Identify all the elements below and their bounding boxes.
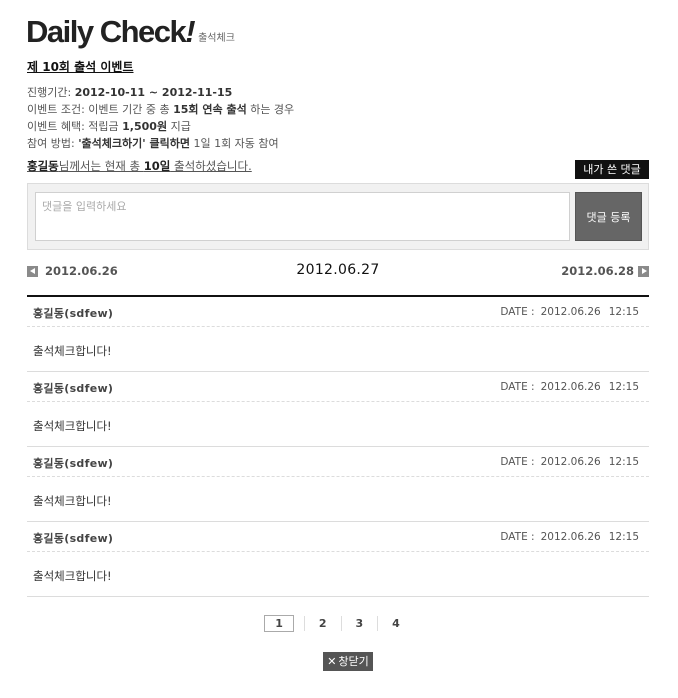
pagination: 1 2 3 4 (0, 615, 678, 632)
page-link-current[interactable]: 1 (264, 615, 294, 632)
list-item: 홍길동(sdfew) DATE :2012.06.26 12:15 출석체크합니다… (27, 297, 649, 372)
logo-subtitle: 출석체크 (198, 33, 235, 44)
event-benefit: 이벤트 혜택: 적립금 1,500원 지급 (27, 120, 191, 133)
entry-header: 홍길동(sdfew) DATE :2012.06.26 12:15 (27, 297, 649, 327)
current-date: 2012.06.27 (296, 262, 380, 278)
list-item: 홍길동(sdfew) DATE :2012.06.26 12:15 출석체크합니다… (27, 522, 649, 597)
entry-author: 홍길동(sdfew) (33, 307, 114, 320)
list-item: 홍길동(sdfew) DATE :2012.06.26 12:15 출석체크합니다… (27, 372, 649, 447)
entry-message: 출석체크합니다! (33, 569, 112, 583)
next-date-link[interactable]: 2012.06.28 (561, 264, 649, 278)
entry-header: 홍길동(sdfew) DATE :2012.06.26 12:15 (27, 522, 649, 552)
close-icon: ✕ (327, 655, 337, 668)
date-navigation: 2012.06.26 2012.06.27 2012.06.28 (27, 262, 649, 282)
logo-text: Daily Check! (26, 14, 196, 49)
entry-message: 출석체크합니다! (33, 344, 112, 358)
logo: Daily Check! 출석체크 (26, 16, 235, 48)
comment-input[interactable]: 댓글을 입력하세요 (35, 192, 570, 241)
arrow-right-icon (638, 265, 649, 277)
my-comments-button[interactable]: 내가 쓴 댓글 (575, 160, 649, 179)
comment-form: 댓글을 입력하세요 댓글 등록 (27, 183, 649, 250)
event-method: 참여 방법: '출석체크하기' 클릭하면 1일 1회 자동 참여 (27, 137, 279, 150)
comment-list: 홍길동(sdfew) DATE :2012.06.26 12:15 출석체크합니다… (27, 295, 649, 597)
submit-comment-button[interactable]: 댓글 등록 (575, 192, 642, 241)
entry-header: 홍길동(sdfew) DATE :2012.06.26 12:15 (27, 372, 649, 402)
page-link[interactable]: 4 (377, 616, 414, 631)
event-title: 제 10회 출석 이벤트 (27, 60, 134, 74)
page-link[interactable]: 2 (303, 616, 341, 631)
entry-message: 출석체크합니다! (33, 419, 112, 433)
event-period: 진행기간: 2012-10-11 ~ 2012-11-15 (27, 86, 233, 99)
entry-author: 홍길동(sdfew) (33, 532, 114, 545)
entry-author: 홍길동(sdfew) (33, 382, 114, 395)
event-info: 진행기간: 2012-10-11 ~ 2012-11-15 이벤트 조건: 이벤… (27, 84, 294, 152)
entry-date: DATE :2012.06.26 12:15 (500, 381, 639, 393)
page-link[interactable]: 3 (340, 616, 378, 631)
entry-date: DATE :2012.06.26 12:15 (500, 306, 639, 318)
entry-author: 홍길동(sdfew) (33, 457, 114, 470)
close-window-button[interactable]: ✕ 창닫기 (323, 652, 373, 671)
list-item: 홍길동(sdfew) DATE :2012.06.26 12:15 출석체크합니다… (27, 447, 649, 522)
entry-date: DATE :2012.06.26 12:15 (500, 531, 639, 543)
attendance-status: 홍길동님께서는 현재 총 10일 출석하셨습니다. (27, 159, 252, 173)
entry-message: 출석체크합니다! (33, 494, 112, 508)
entry-date: DATE :2012.06.26 12:15 (500, 456, 639, 468)
event-condition: 이벤트 조건: 이벤트 기간 중 총 15회 연속 출석 하는 경우 (27, 103, 295, 116)
entry-header: 홍길동(sdfew) DATE :2012.06.26 12:15 (27, 447, 649, 477)
